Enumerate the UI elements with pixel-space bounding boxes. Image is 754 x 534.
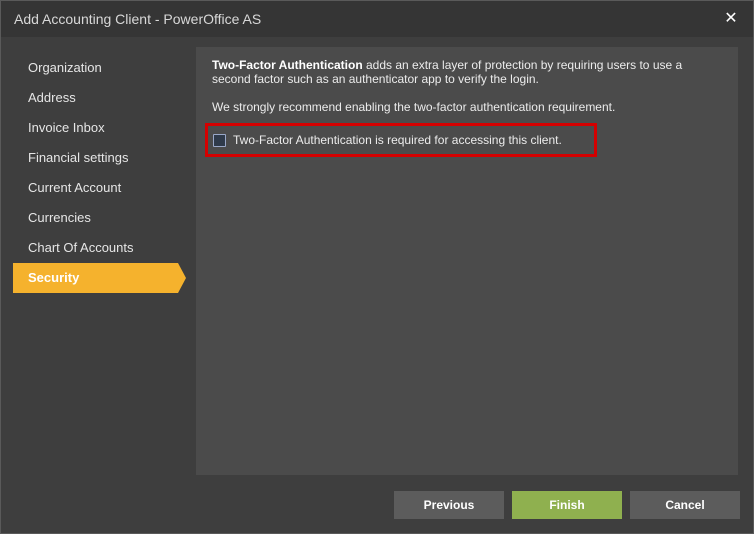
- title-bar: Add Accounting Client - PowerOffice AS ✕: [1, 1, 753, 37]
- intro-bold-term: Two-Factor Authentication: [212, 58, 363, 72]
- sidebar-item-chart-of-accounts[interactable]: Chart Of Accounts: [13, 233, 185, 263]
- close-icon[interactable]: ✕: [723, 9, 739, 27]
- dialog-title: Add Accounting Client - PowerOffice AS: [14, 11, 262, 27]
- recommendation-text: We strongly recommend enabling the two-f…: [212, 100, 616, 114]
- sidebar-nav: Organization Address Invoice Inbox Finan…: [13, 53, 186, 293]
- sidebar-item-label: Current Account: [28, 180, 122, 195]
- finish-button[interactable]: Finish: [512, 491, 622, 519]
- sidebar-item-current-account[interactable]: Current Account: [13, 173, 185, 203]
- sidebar-item-label: Currencies: [28, 210, 91, 225]
- sidebar-item-label: Security: [28, 270, 80, 285]
- previous-button[interactable]: Previous: [394, 491, 504, 519]
- sidebar-item-label: Organization: [28, 60, 102, 75]
- sidebar-item-invoice-inbox[interactable]: Invoice Inbox: [13, 113, 185, 143]
- cancel-button[interactable]: Cancel: [630, 491, 740, 519]
- sidebar-item-label: Chart Of Accounts: [28, 240, 134, 255]
- two-factor-required-label[interactable]: Two-Factor Authentication is required fo…: [233, 133, 562, 147]
- add-accounting-client-dialog: Add Accounting Client - PowerOffice AS ✕…: [0, 0, 754, 534]
- two-factor-required-option[interactable]: Two-Factor Authentication is required fo…: [213, 133, 562, 147]
- security-intro-text: Two-Factor Authentication adds an extra …: [212, 58, 712, 86]
- sidebar-item-currencies[interactable]: Currencies: [13, 203, 185, 233]
- sidebar-item-address[interactable]: Address: [13, 83, 185, 113]
- security-panel: Two-Factor Authentication adds an extra …: [196, 47, 738, 475]
- sidebar-item-financial-settings[interactable]: Financial settings: [13, 143, 185, 173]
- two-factor-required-checkbox[interactable]: [213, 133, 226, 147]
- sidebar-item-label: Invoice Inbox: [28, 120, 105, 135]
- sidebar-item-security[interactable]: Security: [13, 263, 186, 293]
- sidebar-item-label: Financial settings: [28, 150, 129, 165]
- sidebar-item-organization[interactable]: Organization: [13, 53, 185, 83]
- sidebar-item-label: Address: [28, 90, 76, 105]
